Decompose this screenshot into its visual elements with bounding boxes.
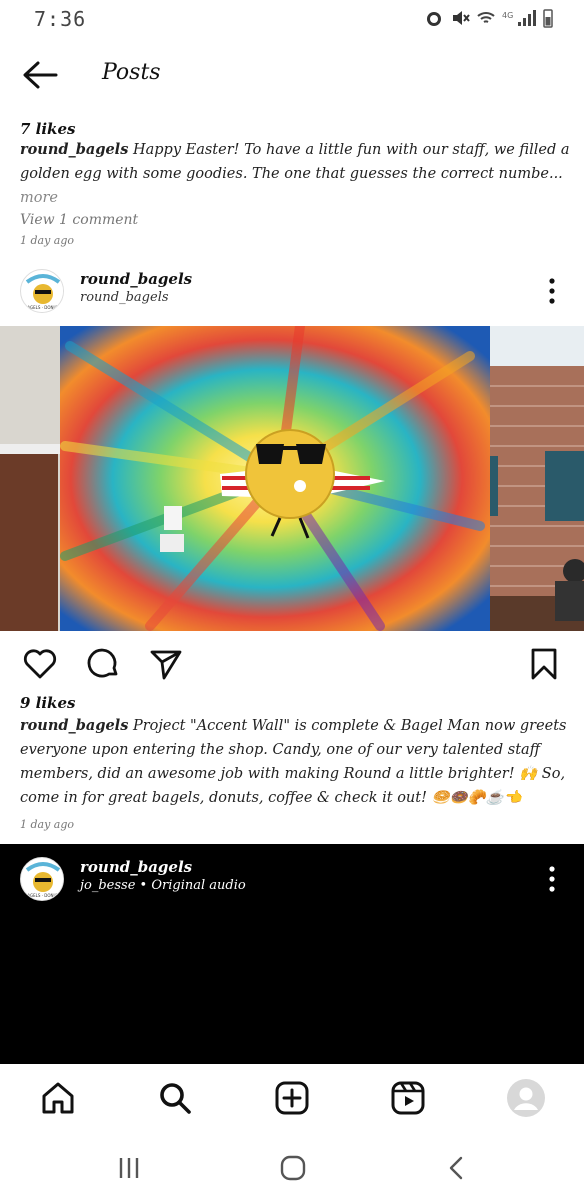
round-bagels-logo: BAGELS · DONUTS [22,859,63,900]
battery-icon [543,9,553,28]
mute-icon [453,11,470,25]
audio-attribution[interactable]: jo_besse • Original audio [80,878,246,893]
post-header: BAGELS · DONUTS round_bagels round_bagel… [0,262,584,322]
avatar[interactable]: BAGELS · DONUTS [20,857,64,901]
page-title: Posts [102,60,161,85]
signal-icon: 4G [502,10,536,26]
like-heart-icon[interactable] [22,646,58,682]
post-time: 1 day ago [20,234,75,247]
video-post[interactable]: BAGELS · DONUTS round_bagels jo_besse • … [0,844,584,1064]
post-time: 1 day ago [20,818,75,831]
back-arrow-icon[interactable] [20,58,60,92]
view-comments-link[interactable]: View 1 comment [20,212,570,228]
post-photo[interactable] [0,326,584,631]
reels-icon[interactable] [388,1078,428,1118]
like-count[interactable]: 9 likes [20,694,570,712]
svg-text:BAGELS · DONUTS: BAGELS · DONUTS [25,893,62,898]
alarm-icon [427,12,441,26]
post-username[interactable]: round_bagels [80,858,192,876]
header: Posts [0,40,584,110]
caption-username[interactable]: round_bagels [20,717,128,734]
back-icon[interactable] [442,1154,472,1182]
round-bagels-logo: BAGELS · DONUTS [22,271,63,312]
status-bar: 7:36 4G [0,0,584,40]
post-caption: round_bagels Happy Easter! To have a lit… [20,138,570,210]
new-post-icon[interactable] [272,1078,312,1118]
status-icons: 4G [424,8,554,28]
accent-wall-image [0,326,584,631]
profile-icon[interactable] [506,1078,546,1118]
caption-username[interactable]: round_bagels [20,141,128,158]
post-caption: round_bagels Project "Accent Wall" is co… [20,714,570,810]
like-count[interactable]: 7 likes [20,120,570,138]
home-icon[interactable] [38,1078,78,1118]
wifi-icon [477,12,495,23]
bookmark-icon[interactable] [526,646,562,682]
home-button-icon[interactable] [278,1154,308,1182]
svg-text:4G: 4G [502,11,513,20]
system-navigation [0,1132,584,1200]
recents-icon[interactable] [114,1154,144,1182]
more-link[interactable]: more [20,190,58,206]
avatar[interactable]: BAGELS · DONUTS [20,269,64,313]
profile-avatar-icon [507,1079,545,1117]
bottom-navigation [0,1064,584,1132]
previous-post: 7 likes round_bagels Happy Easter! To ha… [20,120,570,247]
post-header: BAGELS · DONUTS round_bagels jo_besse • … [0,850,584,910]
share-icon[interactable] [148,646,184,682]
post-actions [0,640,584,690]
search-icon[interactable] [155,1078,195,1118]
more-options-icon[interactable] [542,864,562,894]
comment-icon[interactable] [86,646,122,682]
svg-text:BAGELS · DONUTS: BAGELS · DONUTS [25,305,62,310]
post-username[interactable]: round_bagels [80,270,192,288]
post-subtitle[interactable]: round_bagels [80,290,169,305]
post-body: 9 likes round_bagels Project "Accent Wal… [20,694,570,831]
status-time: 7:36 [34,7,87,31]
more-options-icon[interactable] [542,276,562,306]
